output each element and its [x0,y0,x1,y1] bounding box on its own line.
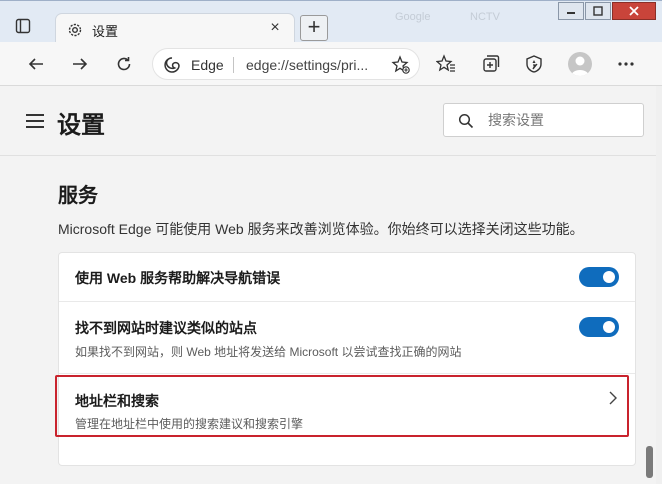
browser-essentials-icon[interactable] [521,51,547,77]
list-item-web-service-nav-errors[interactable]: 使用 Web 服务帮助解决导航错误 [59,253,635,301]
title-bar: 设置 × + Google NCTV [0,0,662,44]
setting-subtitle: 管理在地址栏中使用的搜索建议和搜索引擎 [75,417,304,431]
window-controls [557,2,656,20]
tab-title: 设置 [92,24,119,39]
settings-header: 设置 [0,86,656,156]
chevron-right-icon[interactable] [607,391,619,405]
similar-sites-toggle[interactable] [579,317,619,337]
address-bar[interactable]: Edge edge://settings/pri... [152,48,420,80]
new-tab-button[interactable]: + [300,15,328,41]
section-title: 服务 [58,185,98,207]
settings-content: 服务 Microsoft Edge 可能使用 Web 服务来改善浏览体验。你始终… [0,157,656,484]
tab-settings[interactable]: 设置 × [55,13,295,44]
back-arrow-icon[interactable] [23,51,49,77]
address-site-label: Edge [191,57,224,73]
browser-toolbar: Edge edge://settings/pri... [0,42,662,86]
setting-title: 地址栏和搜索 [75,393,159,409]
edge-logo-icon [164,57,180,73]
setting-title: 使用 Web 服务帮助解决导航错误 [75,270,281,286]
forward-arrow-icon[interactable] [67,51,93,77]
minimize-button[interactable] [558,2,584,20]
search-input[interactable] [488,110,633,130]
gear-icon [68,23,82,37]
setting-subtitle: 如果找不到网站，则 Web 地址将发送给 Microsoft 以尝试查找正确的网… [75,345,462,359]
maximize-button[interactable] [585,2,611,20]
refresh-icon[interactable] [111,51,137,77]
page-title: 设置 [57,112,105,139]
favorites-icon[interactable] [433,51,459,77]
list-item-address-bar-search[interactable]: 地址栏和搜索 管理在地址栏中使用的搜索建议和搜索引擎 [59,373,635,465]
tab-close-button[interactable]: × [266,19,284,37]
scrollbar-track[interactable] [656,86,662,484]
close-window-button[interactable] [612,2,656,20]
avatar[interactable] [568,52,592,76]
scrollbar-thumb[interactable] [646,446,653,478]
tab-actions-icon[interactable] [12,15,34,37]
background-tab-nctv: NCTV [470,11,500,23]
menu-icon[interactable] [26,114,44,128]
search-icon [458,113,474,129]
background-tab-google: Google [395,11,431,23]
add-favorite-icon[interactable] [391,55,411,75]
list-item-suggest-similar-sites[interactable]: 找不到网站时建议类似的站点 如果找不到网站，则 Web 地址将发送给 Micro… [59,301,635,373]
setting-title: 找不到网站时建议类似的站点 [75,320,257,336]
collections-icon[interactable] [477,51,503,77]
services-card: 使用 Web 服务帮助解决导航错误 找不到网站时建议类似的站点 如果找不到网站，… [58,252,636,466]
more-options-icon[interactable] [613,51,639,77]
address-divider [233,57,234,73]
section-description: Microsoft Edge 可能使用 Web 服务来改善浏览体验。你始终可以选… [58,221,584,237]
settings-search[interactable] [443,103,644,137]
address-url[interactable]: edge://settings/pri... [246,57,378,73]
web-service-toggle[interactable] [579,267,619,287]
